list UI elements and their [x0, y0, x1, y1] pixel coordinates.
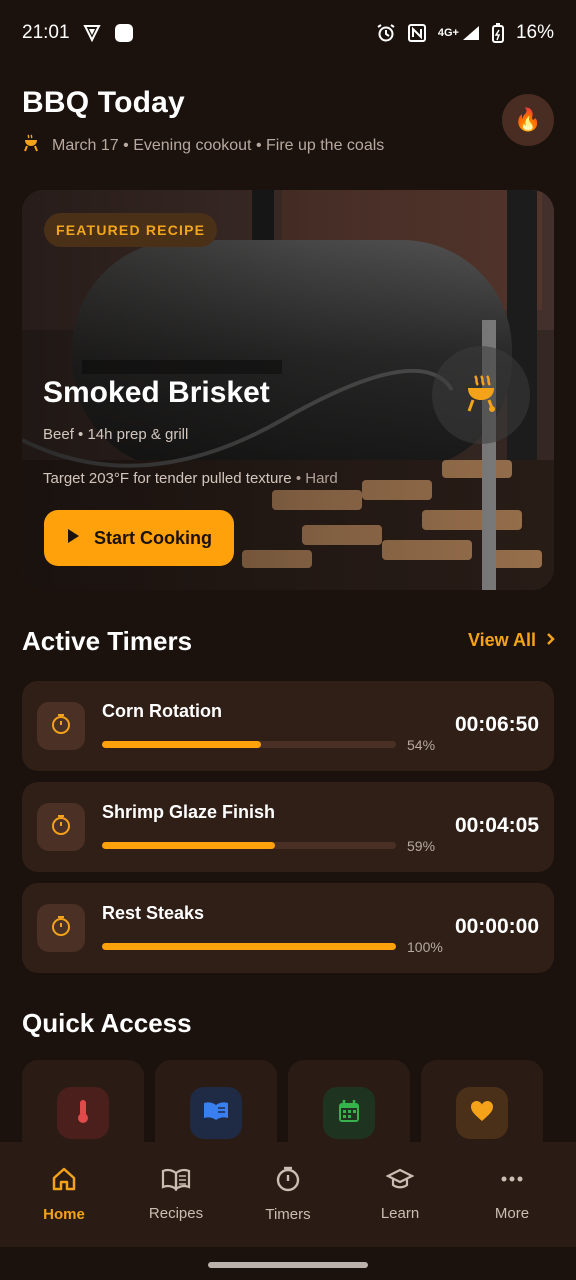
timer-percent: 59% [407, 838, 436, 854]
battery-icon [491, 23, 504, 43]
chevron-right-icon [546, 630, 556, 651]
more-icon [500, 1167, 524, 1195]
nav-timers[interactable]: Timers [238, 1166, 338, 1223]
timer-progress-fill [102, 943, 396, 950]
stopwatch-icon [50, 814, 72, 841]
learn-icon [385, 1167, 415, 1195]
grill-icon [464, 373, 498, 418]
book-icon [202, 1100, 230, 1127]
qa-icon-box [190, 1087, 242, 1139]
page-subtitle: March 17 • Evening cookout • Fire up the… [22, 134, 554, 157]
timer-progress-track [102, 741, 396, 748]
home-icon [51, 1166, 77, 1196]
nfc-icon [407, 24, 426, 42]
featured-badge: FEATURED RECIPE [44, 213, 218, 247]
timer-name: Rest Steaks [102, 903, 205, 923]
stopwatch-icon [50, 915, 72, 942]
active-timers-title: Active Timers [22, 626, 193, 656]
play-icon [66, 528, 80, 549]
nav-recipes-label: Recipes [148, 1205, 204, 1222]
bottom-navigation: Home Recipes Timers Learn More [0, 1142, 576, 1247]
vpn-icon [82, 23, 102, 43]
timer-icon-box [37, 803, 85, 851]
qa-icon-box [323, 1087, 375, 1139]
network-label: 4G+ [437, 27, 459, 39]
timer-card-shrimp-glaze[interactable]: Shrimp Glaze Finish 59% 00:04:05 [22, 782, 554, 872]
timer-progress-track [102, 842, 396, 849]
grill-float-button[interactable] [432, 346, 530, 444]
nav-recipes[interactable]: Recipes [126, 1167, 226, 1222]
qa-icon-box [456, 1087, 508, 1139]
timer-icon [275, 1166, 301, 1196]
start-cooking-button[interactable]: Start Cooking [44, 510, 234, 566]
timer-remaining: 00:04:05 [454, 814, 539, 837]
timer-remaining: 00:00:00 [454, 915, 539, 938]
featured-title: Smoked Brisket [43, 376, 270, 409]
nav-learn-label: Learn [380, 1205, 420, 1222]
nav-more[interactable]: More [462, 1167, 562, 1222]
timer-name: Shrimp Glaze Finish [102, 802, 276, 822]
timer-name: Corn Rotation [102, 701, 222, 721]
timer-progress-fill [102, 842, 276, 849]
alarm-icon [376, 23, 396, 43]
nav-learn[interactable]: Learn [350, 1167, 450, 1222]
thermometer-icon [76, 1098, 90, 1129]
signal-icon: 4G+ [438, 25, 480, 41]
featured-recipe-card[interactable]: FEATURED RECIPE Smoked Brisket Beef • 14… [22, 190, 554, 590]
timer-progress-track [102, 943, 396, 950]
nav-home[interactable]: Home [14, 1166, 114, 1223]
grill-icon [22, 134, 40, 157]
view-all-label: View All [467, 630, 536, 650]
timer-percent: 54% [407, 737, 436, 753]
nav-more-label: More [494, 1205, 530, 1222]
app-notification-icon [114, 23, 134, 43]
view-all-link[interactable]: View All [468, 630, 556, 651]
stopwatch-icon [50, 713, 72, 740]
heart-icon [470, 1100, 494, 1127]
featured-meta: Beef • 14h prep & grill [43, 426, 189, 443]
flame-button[interactable]: 🔥 [502, 94, 554, 146]
page-title: BBQ Today [22, 86, 185, 119]
quick-access-title: Quick Access [22, 1008, 192, 1038]
timer-icon-box [37, 904, 85, 952]
timer-percent: 100% [407, 939, 443, 955]
featured-description: Target 203°F for tender pulled texture •… [43, 470, 338, 487]
nav-timers-label: Timers [265, 1206, 311, 1223]
battery-percent: 16% [515, 22, 554, 43]
timer-icon-box [37, 702, 85, 750]
timer-card-rest-steaks[interactable]: Rest Steaks 100% 00:00:00 [22, 883, 554, 973]
timer-remaining: 00:06:50 [454, 713, 539, 736]
timer-progress-fill [102, 741, 261, 748]
start-cooking-label: Start Cooking [93, 527, 212, 548]
recipes-icon [161, 1167, 191, 1195]
status-time: 21:01 [22, 22, 70, 43]
subtitle-text: March 17 • Evening cookout • Fire up the… [52, 136, 385, 154]
nav-home-label: Home [43, 1206, 85, 1223]
status-bar: 21:01 4G+ 16% [0, 0, 576, 66]
featured-difficulty: • Hard [295, 470, 338, 487]
featured-target: Target 203°F for tender pulled texture [43, 470, 292, 487]
qa-icon-box [57, 1087, 109, 1139]
timer-card-corn-rotation[interactable]: Corn Rotation 54% 00:06:50 [22, 681, 554, 771]
calendar-icon [338, 1099, 360, 1128]
flame-icon: 🔥 [514, 107, 542, 132]
gesture-bar[interactable] [208, 1262, 368, 1268]
header: BBQ Today March 17 • Evening cookout • F… [22, 86, 554, 157]
